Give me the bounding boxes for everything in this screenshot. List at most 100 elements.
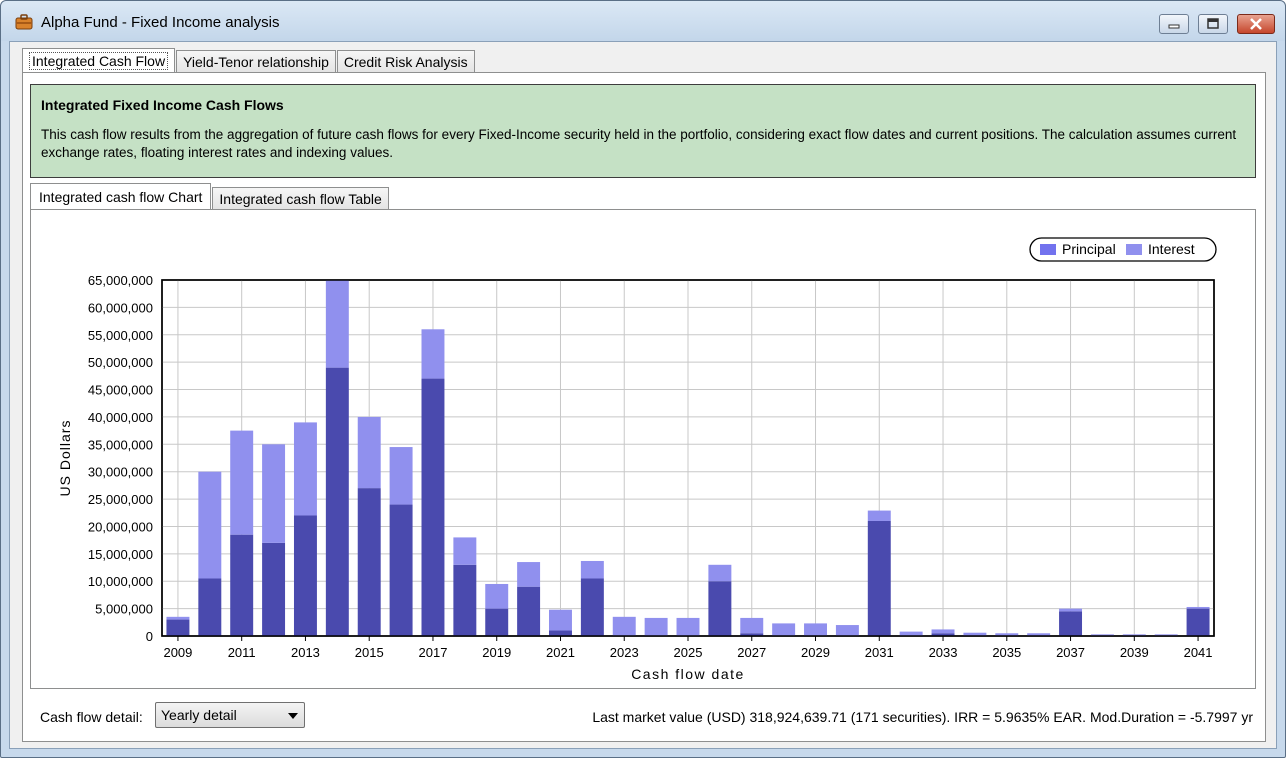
x-tick-label: 2029 — [801, 645, 830, 660]
bar-interest — [421, 329, 445, 379]
x-tick-label: 2033 — [929, 645, 958, 660]
x-tick-label: 2027 — [737, 645, 766, 660]
bar-principal — [293, 515, 317, 636]
y-tick-label: 55,000,000 — [88, 328, 153, 343]
tab-cash-flow-chart[interactable]: Integrated cash flow Chart — [30, 183, 212, 210]
bar-interest — [612, 616, 636, 636]
bar-interest — [1186, 606, 1210, 609]
info-box: Integrated Fixed Income Cash Flows This … — [30, 84, 1256, 178]
bar-interest — [517, 562, 541, 587]
tab-label: Credit Risk Analysis — [343, 54, 468, 70]
y-tick-label: 15,000,000 — [88, 547, 153, 562]
y-tick-label: 45,000,000 — [88, 383, 153, 398]
bar-principal — [708, 581, 732, 636]
bar-principal — [867, 520, 891, 636]
bar-principal — [166, 619, 190, 636]
x-tick-label: 2039 — [1120, 645, 1149, 660]
bar-interest — [453, 537, 477, 565]
x-tick-label: 2017 — [419, 645, 448, 660]
y-tick-label: 0 — [146, 629, 153, 644]
y-tick-label: 30,000,000 — [88, 465, 153, 480]
bar-principal — [198, 578, 222, 636]
x-tick-label: 2009 — [163, 645, 192, 660]
bar-interest — [549, 609, 572, 631]
y-tick-label: 60,000,000 — [88, 300, 153, 315]
tab-integrated-cash-flow[interactable]: Integrated Cash Flow — [22, 48, 176, 73]
tab-label: Yield-Tenor relationship — [183, 54, 329, 70]
bar-interest — [772, 623, 796, 636]
tab-cash-flow-table[interactable]: Integrated cash flow Table — [212, 187, 389, 210]
bar-interest — [166, 616, 190, 620]
x-tick-label: 2023 — [610, 645, 639, 660]
legend-label-interest: Interest — [1148, 241, 1195, 257]
legend-swatch-principal — [1040, 244, 1056, 255]
bar-interest — [867, 510, 891, 521]
close-button[interactable] — [1237, 14, 1275, 34]
bar-interest — [389, 447, 413, 505]
x-tick-label: 2015 — [355, 645, 384, 660]
bar-interest — [931, 629, 955, 634]
bar-principal — [485, 608, 509, 636]
x-axis-label: Cash flow date — [631, 666, 745, 682]
bar-interest — [644, 617, 668, 636]
tab-credit-risk[interactable]: Credit Risk Analysis — [336, 50, 475, 73]
y-tick-label: 25,000,000 — [88, 492, 153, 507]
window-title: Alpha Fund - Fixed Income analysis — [41, 14, 280, 31]
bar-interest — [198, 471, 222, 579]
bar-interest — [262, 444, 286, 543]
legend-swatch-interest — [1126, 244, 1142, 255]
bar-interest — [293, 422, 317, 516]
bar-interest — [580, 560, 604, 579]
x-tick-label: 2031 — [865, 645, 894, 660]
x-tick-label: 2025 — [674, 645, 703, 660]
info-title: Integrated Fixed Income Cash Flows — [41, 97, 284, 113]
tab-panel: Integrated Fixed Income Cash Flows This … — [22, 72, 1266, 742]
cash-flow-detail-select[interactable]: Yearly detail — [155, 702, 305, 728]
bar-principal — [1186, 608, 1210, 636]
y-tick-label: 65,000,000 — [88, 273, 153, 288]
bar-principal — [262, 542, 286, 636]
maximize-button[interactable] — [1198, 14, 1228, 34]
x-tick-label: 2035 — [992, 645, 1021, 660]
restore-icon — [1207, 18, 1219, 29]
bar-interest — [804, 623, 827, 636]
bar-interest — [835, 625, 859, 636]
bar-principal — [549, 630, 572, 636]
main-tabs: Integrated Cash Flow Yield-Tenor relatio… — [22, 48, 476, 73]
bar-principal — [357, 488, 381, 636]
bar-interest — [708, 564, 732, 582]
bar-principal — [580, 578, 604, 636]
chart-panel: 0 5,000,000 10,000,000 15,000,000 20,000,000… — [30, 209, 1256, 689]
x-tick-label: 2041 — [1184, 645, 1213, 660]
title-bar[interactable]: Alpha Fund - Fixed Income analysis — [1, 1, 1285, 41]
y-tick-label: 10,000,000 — [88, 574, 153, 589]
app-window: Alpha Fund - Fixed Income analysis Integ… — [0, 0, 1286, 758]
cash-flow-chart: 0 5,000,000 10,000,000 15,000,000 20,000,000… — [57, 237, 1217, 682]
bar-interest — [230, 430, 254, 535]
tab-yield-tenor[interactable]: Yield-Tenor relationship — [176, 50, 336, 73]
x-tick-label: 2019 — [482, 645, 511, 660]
chevron-down-icon — [288, 713, 298, 719]
chart-tabs: Integrated cash flow Chart Integrated ca… — [30, 183, 390, 210]
tab-label: Integrated cash flow Table — [219, 191, 382, 207]
select-value: Yearly detail — [161, 707, 237, 723]
y-tick-label: 5,000,000 — [95, 602, 153, 617]
x-tick-label: 2021 — [546, 645, 575, 660]
x-tick-label: 2013 — [291, 645, 320, 660]
status-summary: Last market value (USD) 318,924,639.71 (… — [592, 709, 1253, 725]
y-tick-label: 20,000,000 — [88, 519, 153, 534]
x-tick-label: 2037 — [1056, 645, 1085, 660]
bar-principal — [453, 564, 477, 636]
y-axis-label: US Dollars — [57, 420, 73, 497]
minimize-icon — [1168, 24, 1180, 29]
bar-principal — [389, 504, 413, 636]
bar-interest — [325, 280, 349, 368]
cash-flow-detail-label: Cash flow detail: — [40, 709, 143, 725]
minimize-button[interactable] — [1159, 14, 1189, 34]
bar-principal — [325, 367, 349, 636]
tab-label: Integrated Cash Flow — [29, 52, 169, 70]
bar-principal — [421, 378, 445, 636]
bar-principal — [517, 586, 541, 636]
y-tick-label: 40,000,000 — [88, 410, 153, 425]
bar-interest — [1059, 608, 1083, 612]
